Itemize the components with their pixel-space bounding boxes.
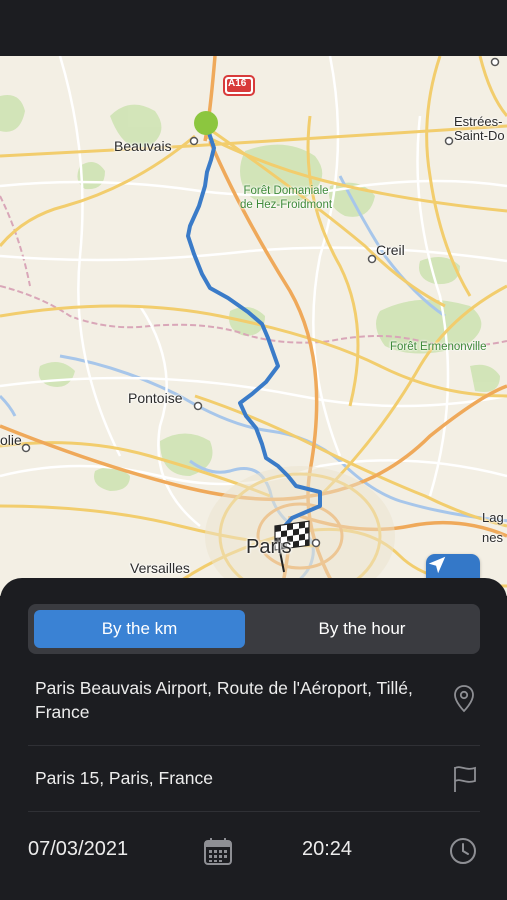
map-label-nes: nes xyxy=(482,530,503,545)
divider xyxy=(28,811,480,812)
map-canvas xyxy=(0,56,507,596)
booking-type-segmented-control: By the km By the hour xyxy=(28,604,480,654)
map-view[interactable]: A16 Beauvais Estrées- Saint-Do Forêt Dom… xyxy=(0,56,507,596)
pickup-address: Paris Beauvais Airport, Route de l'Aérop… xyxy=(35,678,413,722)
forest-label-line2: de Hez-Froidmont xyxy=(240,199,333,211)
map-label-creil: Creil xyxy=(376,242,405,258)
status-bar xyxy=(0,0,507,56)
time-value[interactable]: 20:24 xyxy=(302,838,352,861)
map-label-foret-ermenonville: Forêt Ermenonville xyxy=(390,341,487,353)
map-label-estrees: Estrées- xyxy=(454,114,503,129)
start-marker xyxy=(194,111,218,135)
map-label-versailles: Versailles xyxy=(130,560,190,576)
date-value[interactable]: 07/03/2021 xyxy=(28,838,128,861)
map-label-foret-hez: Forêt Domaniale de Hez-Froidmont xyxy=(240,184,332,212)
tab-by-hour[interactable]: By the hour xyxy=(250,610,474,648)
map-label-beauvais: Beauvais xyxy=(114,138,172,154)
destination-row[interactable]: Paris 15, Paris, France xyxy=(0,746,507,812)
clock-icon[interactable] xyxy=(449,837,477,865)
flag-icon xyxy=(454,766,476,792)
map-label-saint-do: Saint-Do xyxy=(454,128,505,143)
location-arrow-icon xyxy=(428,556,446,574)
road-badge-label: A16 xyxy=(228,78,247,89)
forest-label-line1: Forêt Domaniale xyxy=(243,185,329,197)
map-label-paris: Paris xyxy=(246,536,292,558)
map-label-pontoise: Pontoise xyxy=(128,390,183,406)
location-pin-icon xyxy=(454,685,474,713)
map-label-lag: Lag xyxy=(482,510,504,525)
booking-sheet: By the km By the hour Paris Beauvais Air… xyxy=(0,578,507,900)
map-label-olie: olie xyxy=(0,432,22,448)
tab-by-km[interactable]: By the km xyxy=(34,610,245,648)
pickup-row[interactable]: Paris Beauvais Airport, Route de l'Aérop… xyxy=(0,674,507,746)
calendar-icon[interactable] xyxy=(203,836,233,866)
destination-address: Paris 15, Paris, France xyxy=(35,768,213,788)
